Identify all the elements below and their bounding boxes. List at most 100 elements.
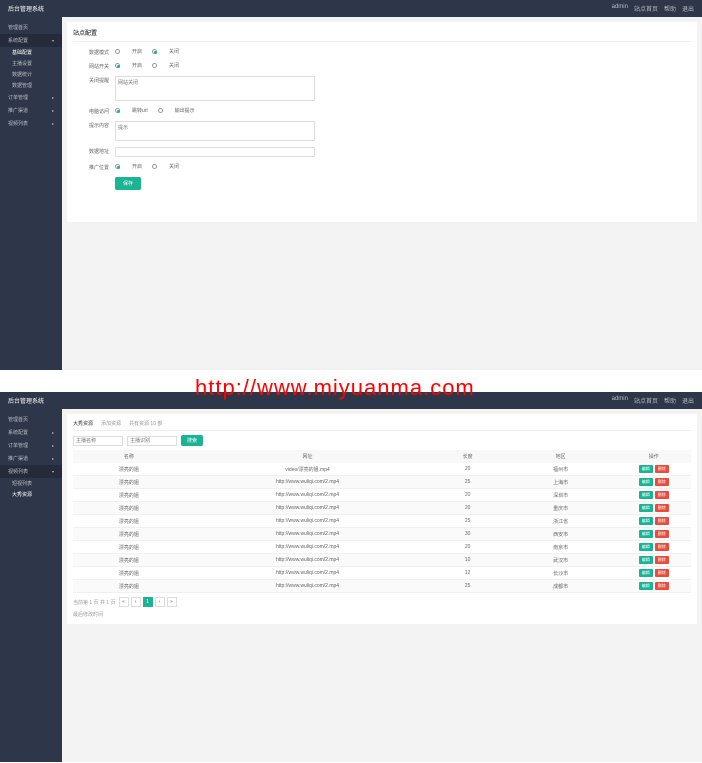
delete-button[interactable]: 删除: [655, 517, 669, 525]
delete-button[interactable]: 删除: [655, 465, 669, 473]
radio-pc-tip[interactable]: [158, 108, 163, 113]
sidebar-item-config[interactable]: 系统配置▾: [0, 34, 62, 47]
search-button[interactable]: 搜索: [181, 435, 203, 446]
table-row: 漂亮的姐http://www.wuliqi.com/2.mp412长沙市编辑删除: [73, 567, 691, 580]
cell-url: http://www.wuliqi.com/2.mp4: [185, 541, 431, 554]
delete-button[interactable]: 删除: [655, 543, 669, 551]
cell-region: 成都市: [505, 580, 617, 593]
edit-button[interactable]: 编辑: [639, 465, 653, 473]
sidebar-sub-stats[interactable]: 数据统计: [0, 69, 62, 80]
delete-button[interactable]: 删除: [655, 478, 669, 486]
sidebar-item-video[interactable]: 视频列表▸: [0, 117, 62, 130]
link-help[interactable]: 帮助: [664, 4, 676, 13]
tab-list[interactable]: 大秀资源: [73, 420, 93, 427]
edit-button[interactable]: 编辑: [639, 504, 653, 512]
table-header: 地区: [505, 450, 617, 463]
cell-name: 漂亮的姐: [73, 463, 185, 476]
cell-actions: 编辑删除: [617, 580, 691, 593]
save-button[interactable]: 保存: [115, 177, 141, 190]
list-panel: 大秀资源 添加资源 共有资源 10 部 搜索 名称网址长度地区操作 漂亮的姐vi…: [67, 414, 697, 624]
edit-button[interactable]: 编辑: [639, 543, 653, 551]
cell-region: 武汉市: [505, 554, 617, 567]
input-data-addr[interactable]: [115, 147, 315, 157]
table-row: 漂亮的姐http://www.wuliqi.com/2.mp425浙江省编辑删除: [73, 515, 691, 528]
cell-name: 漂亮的姐: [73, 515, 185, 528]
page-button[interactable]: «: [119, 597, 129, 607]
sidebar-item-order[interactable]: 订单管理▸: [0, 439, 62, 452]
sidebar-sub-anchor[interactable]: 主播设置: [0, 58, 62, 69]
cell-url: http://www.wuliqi.com/2.mp4: [185, 528, 431, 541]
link-help[interactable]: 帮助: [664, 396, 676, 405]
page-button[interactable]: 1: [143, 597, 153, 607]
label-jump-content: 提示内容: [73, 121, 115, 129]
page-button[interactable]: »: [167, 597, 177, 607]
toolbar: 搜索: [73, 435, 691, 446]
pagination: 当前第 1 页 共 1 页 «‹1›»: [73, 597, 691, 607]
label-promo-pos: 推广位置: [73, 163, 115, 171]
link-logout[interactable]: 退出: [682, 4, 694, 13]
sidebar-item-home[interactable]: 管理首页: [0, 413, 62, 426]
delete-button[interactable]: 删除: [655, 491, 669, 499]
user-name[interactable]: admin: [612, 4, 628, 13]
sidebar-item-promo[interactable]: 推广渠道▸: [0, 452, 62, 465]
search-blur-input[interactable]: [127, 436, 177, 446]
delete-button[interactable]: 删除: [655, 556, 669, 564]
edit-button[interactable]: 编辑: [639, 582, 653, 590]
radio-pc-jump[interactable]: [115, 108, 120, 113]
link-logout[interactable]: 退出: [682, 396, 694, 405]
radio-ss-off[interactable]: [152, 63, 157, 68]
radio-pp-on[interactable]: [115, 164, 120, 169]
radio-ds-on[interactable]: [115, 49, 120, 54]
sidebar-item-video[interactable]: 视频列表▾: [0, 465, 62, 478]
sidebar-item-order[interactable]: 订单管理▸: [0, 91, 62, 104]
edit-button[interactable]: 编辑: [639, 517, 653, 525]
edit-button[interactable]: 编辑: [639, 569, 653, 577]
cell-name: 漂亮的姐: [73, 489, 185, 502]
cell-actions: 编辑删除: [617, 554, 691, 567]
cell-url: video/漂亮的姐.mp4: [185, 463, 431, 476]
page-info: 当前第 1 页 共 1 页: [73, 599, 116, 606]
app-title: 后台管理系统: [8, 4, 44, 13]
radio-pp-off[interactable]: [152, 164, 157, 169]
sidebar-item-home[interactable]: 管理首页: [0, 21, 62, 34]
delete-button[interactable]: 删除: [655, 582, 669, 590]
cell-url: http://www.wuliqi.com/2.mp4: [185, 580, 431, 593]
sidebar-sub-big[interactable]: 大秀资源: [0, 489, 62, 500]
delete-button[interactable]: 删除: [655, 569, 669, 577]
edit-button[interactable]: 编辑: [639, 530, 653, 538]
page-button[interactable]: ›: [155, 597, 165, 607]
cell-len: 10: [430, 554, 504, 567]
radio-ds-off[interactable]: [152, 49, 157, 54]
sidebar-sub-basic[interactable]: 基础配置: [0, 47, 62, 58]
sidebar-item-promo[interactable]: 推广渠道▸: [0, 104, 62, 117]
config-panel: 站点配置 数据模式 开启 关闭 网站开关 开启 关闭: [67, 22, 697, 222]
user-name[interactable]: admin: [612, 396, 628, 405]
chevron-icon: ▸: [52, 456, 54, 461]
search-name-input[interactable]: [73, 436, 123, 446]
tab-add[interactable]: 添加资源: [101, 420, 121, 427]
sidebar-sub-data[interactable]: 数据管理: [0, 80, 62, 91]
edit-button[interactable]: 编辑: [639, 556, 653, 564]
cell-len: 12: [430, 567, 504, 580]
delete-button[interactable]: 删除: [655, 530, 669, 538]
table-header: 名称: [73, 450, 185, 463]
page-button[interactable]: ‹: [131, 597, 141, 607]
cell-region: 西安市: [505, 528, 617, 541]
cell-actions: 编辑删除: [617, 567, 691, 580]
cell-url: http://www.wuliqi.com/2.mp4: [185, 476, 431, 489]
edit-button[interactable]: 编辑: [639, 491, 653, 499]
cell-region: 长沙市: [505, 567, 617, 580]
table-row: 漂亮的姐http://www.wuliqi.com/2.mp420重庆市编辑删除: [73, 502, 691, 515]
main-content: 大秀资源 添加资源 共有资源 10 部 搜索 名称网址长度地区操作 漂亮的姐vi…: [62, 409, 702, 762]
link-home[interactable]: 站点首页: [634, 396, 658, 405]
edit-button[interactable]: 编辑: [639, 478, 653, 486]
chevron-icon: ▾: [52, 469, 54, 474]
link-home[interactable]: 站点首页: [634, 4, 658, 13]
delete-button[interactable]: 删除: [655, 504, 669, 512]
sidebar-item-config[interactable]: 系统配置▸: [0, 426, 62, 439]
textarea-jump[interactable]: [115, 121, 315, 141]
radio-ss-on[interactable]: [115, 63, 120, 68]
resource-table: 名称网址长度地区操作 漂亮的姐video/漂亮的姐.mp420福州市编辑删除漂亮…: [73, 450, 691, 593]
sidebar-sub-short[interactable]: 短视列表: [0, 478, 62, 489]
textarea-close-title[interactable]: [115, 76, 315, 101]
